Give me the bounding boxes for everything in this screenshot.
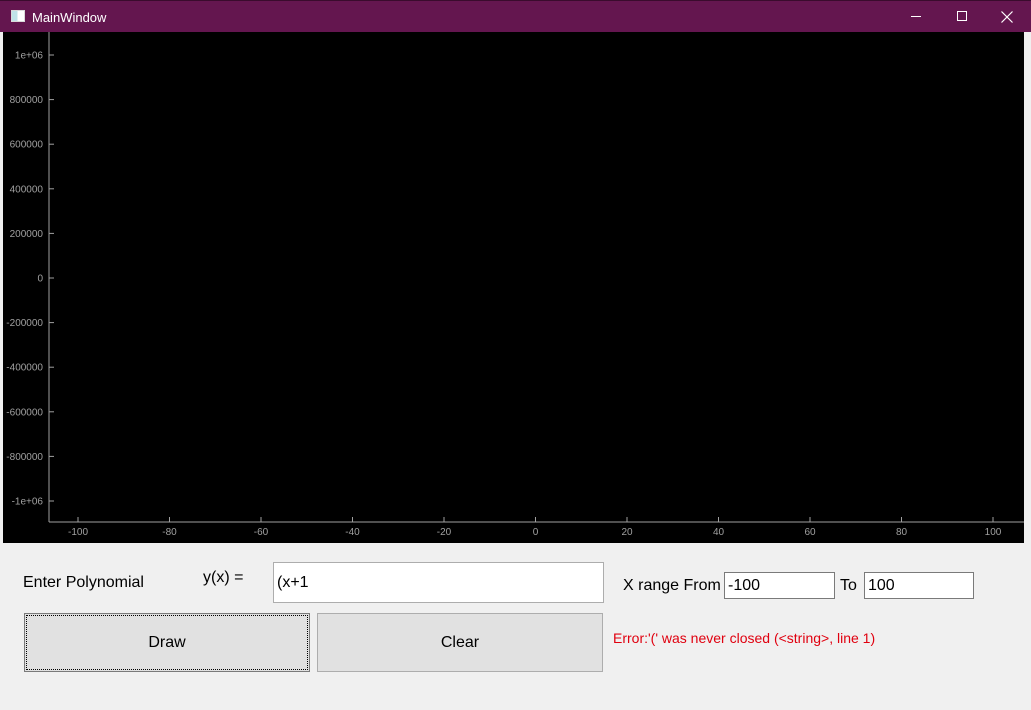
y-tick-label: 1e+06 — [15, 51, 44, 62]
enter-polynomial-label: Enter Polynomial — [23, 574, 144, 591]
app-icon — [11, 10, 25, 22]
x-tick-label: 0 — [533, 527, 539, 538]
yx-label: y(x) = — [203, 569, 244, 586]
x-tick-label: -100 — [68, 527, 88, 538]
clear-button[interactable]: Clear — [317, 613, 603, 672]
y-tick-label: -200000 — [6, 318, 43, 329]
draw-button[interactable]: Draw — [24, 613, 310, 672]
x-tick-label: 60 — [804, 527, 816, 538]
x-to-input[interactable] — [864, 572, 974, 599]
y-tick-label: -1e+06 — [12, 497, 44, 508]
y-tick-label: 800000 — [10, 95, 44, 106]
y-tick-label: -600000 — [6, 407, 43, 418]
title-bar[interactable]: MainWindow — [0, 0, 1031, 32]
maximize-button[interactable] — [939, 1, 985, 32]
close-button[interactable] — [984, 1, 1030, 32]
x-range-from-label: X range From — [623, 577, 721, 594]
x-tick-label: -60 — [254, 527, 269, 538]
main-window: MainWindow 1e+06 800000 600000 400000 200000… — [0, 0, 1031, 710]
minimize-button[interactable] — [893, 1, 939, 32]
polynomial-input[interactable] — [273, 562, 604, 603]
x-tick-label: 40 — [713, 527, 725, 538]
error-message: Error:'(' was never closed (<string>, li… — [613, 630, 876, 646]
y-tick-label: -800000 — [6, 452, 43, 463]
x-tick-label: -20 — [437, 527, 452, 538]
plot-area[interactable]: 1e+06 800000 600000 400000 200000 0 -200000 -40… — [3, 32, 1024, 543]
x-tick-label: -80 — [162, 527, 177, 538]
x-tick-label: -40 — [345, 527, 360, 538]
x-range-to-label: To — [840, 577, 857, 594]
x-tick-label: 80 — [896, 527, 908, 538]
y-tick-label: 0 — [37, 274, 43, 285]
close-icon — [1001, 10, 1013, 23]
x-tick-label: 20 — [621, 527, 633, 538]
y-tick-label: 600000 — [10, 140, 44, 151]
y-tick-label: 400000 — [10, 184, 44, 195]
window-title: MainWindow — [32, 10, 107, 25]
x-tick-label: 100 — [985, 527, 1002, 538]
y-tick-label: 200000 — [10, 229, 44, 240]
y-tick-label: -400000 — [6, 363, 43, 374]
plot-canvas: 1e+06 800000 600000 400000 200000 0 -200000 -40… — [6, 32, 1024, 538]
x-from-input[interactable] — [724, 572, 835, 599]
minimize-icon — [910, 16, 921, 17]
maximize-icon — [956, 11, 967, 21]
